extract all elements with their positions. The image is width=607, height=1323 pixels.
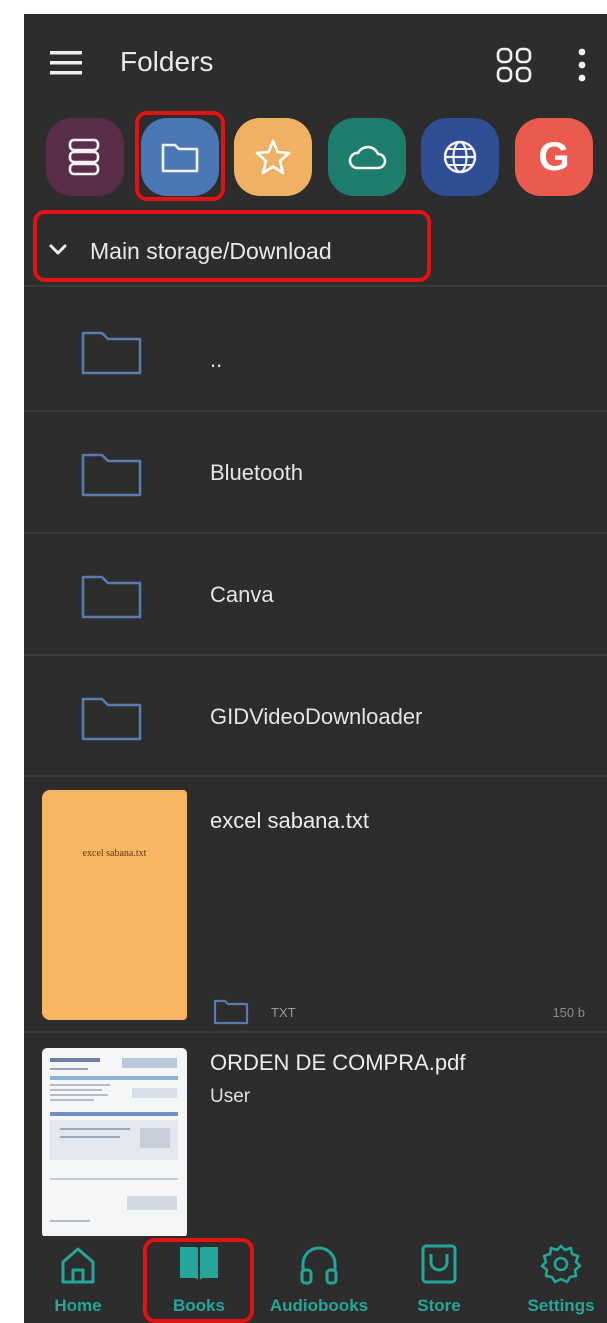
folders-chip-highlight — [135, 111, 225, 201]
book-cover: excel sabana.txt — [42, 790, 187, 1020]
file-row-txt[interactable]: excel sabana.txt excel sabana.txt TXT 15… — [24, 778, 607, 1028]
divider — [24, 775, 607, 777]
globe-icon — [443, 140, 477, 174]
folder-row-parent[interactable]: .. — [24, 291, 607, 411]
cloud-chip[interactable] — [328, 118, 406, 196]
library-icon — [68, 138, 100, 176]
folder-name: .. — [210, 347, 223, 372]
nav-label: Audiobooks — [269, 1296, 369, 1315]
nav-label: Store — [417, 1296, 461, 1315]
file-name: excel sabana.txt — [210, 808, 369, 833]
folder-icon — [81, 331, 142, 375]
folder-icon — [81, 697, 142, 741]
file-row-pdf[interactable]: ORDEN DE COMPRA.pdf User — [24, 1034, 607, 1238]
headphones-icon — [300, 1246, 338, 1285]
menu-icon[interactable] — [50, 50, 82, 76]
google-chip[interactable]: G — [515, 118, 593, 196]
folder-row-gidvideodownloader[interactable]: GIDVideoDownloader — [24, 657, 607, 777]
page-title: Folders — [120, 46, 214, 77]
nav-label: Settings — [527, 1296, 595, 1315]
divider — [24, 1031, 607, 1033]
folder-name: Bluetooth — [210, 460, 303, 485]
cover-title: excel sabana.txt — [82, 848, 147, 859]
library-chip[interactable] — [46, 118, 124, 196]
nav-home[interactable]: Home — [28, 1236, 128, 1323]
star-icon — [255, 139, 291, 175]
more-vert-icon[interactable] — [576, 48, 588, 82]
file-size: 150 b — [552, 1005, 585, 1020]
favorites-chip[interactable] — [234, 118, 312, 196]
divider — [24, 532, 607, 534]
file-name: ORDEN DE COMPRA.pdf — [210, 1050, 466, 1075]
nav-settings[interactable]: Settings — [511, 1236, 607, 1323]
folder-icon — [81, 453, 142, 497]
app-window: Folders G Main storage/Download .. Bluet… — [24, 14, 607, 1323]
bottom-navigation: Home Books Audiobooks Store Settings — [24, 1236, 607, 1323]
divider — [24, 410, 607, 412]
nav-audiobooks[interactable]: Audiobooks — [269, 1236, 369, 1323]
folder-name: Canva — [210, 582, 274, 607]
books-highlight — [143, 1238, 254, 1323]
file-author: User — [210, 1086, 251, 1107]
folder-row-bluetooth[interactable]: Bluetooth — [24, 413, 607, 533]
nav-label: Home — [54, 1296, 102, 1315]
store-icon — [421, 1244, 457, 1284]
folder-icon — [81, 575, 142, 619]
file-type-badge: TXT — [271, 1005, 296, 1020]
grid-view-icon[interactable] — [496, 47, 532, 83]
divider — [24, 654, 607, 656]
home-icon — [61, 1247, 95, 1284]
path-highlight — [33, 210, 431, 282]
gear-icon — [540, 1244, 582, 1284]
web-chip[interactable] — [421, 118, 499, 196]
nav-store[interactable]: Store — [389, 1236, 489, 1323]
cloud-icon — [348, 145, 387, 170]
top-app-bar: Folders — [24, 14, 607, 110]
folder-row-canva[interactable]: Canva — [24, 535, 607, 655]
google-icon: G — [538, 134, 570, 179]
pdf-thumbnail — [42, 1048, 187, 1238]
folder-icon — [213, 999, 249, 1025]
folder-name: GIDVideoDownloader — [210, 704, 423, 729]
divider — [24, 285, 607, 287]
